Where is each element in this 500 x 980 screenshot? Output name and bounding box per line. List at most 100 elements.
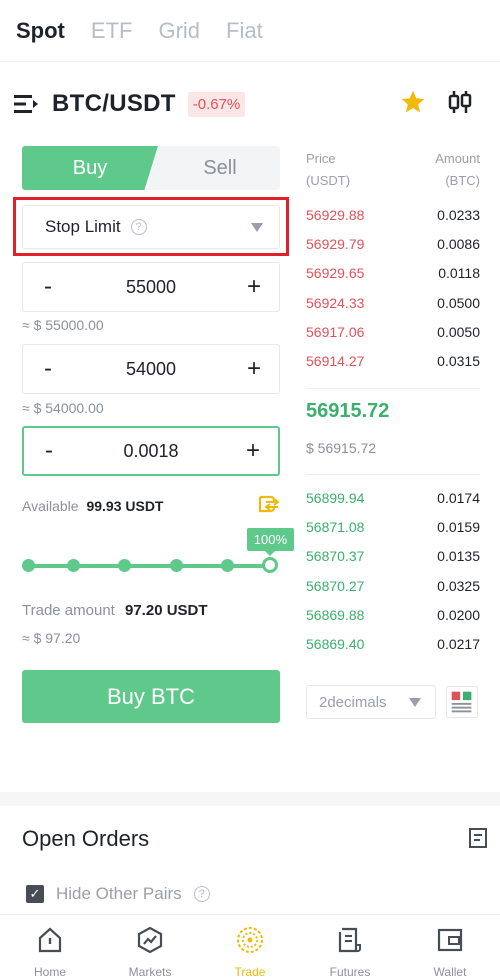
buy-btc-button[interactable]: Buy BTC bbox=[22, 670, 280, 723]
sell-tab[interactable]: Sell bbox=[146, 146, 280, 190]
help-icon[interactable]: ? bbox=[193, 886, 210, 902]
stop-price-input[interactable]: 55000 bbox=[73, 277, 229, 298]
nav-label-home: Home bbox=[33, 965, 66, 979]
amount-decrease-button[interactable]: - bbox=[24, 428, 74, 474]
available-label: Available bbox=[22, 498, 79, 514]
hide-pairs-checkbox[interactable]: ✓ bbox=[26, 885, 44, 903]
stop-increase-button[interactable]: + bbox=[229, 263, 279, 311]
bid-price: 56869.40 bbox=[306, 635, 365, 652]
ask-price: 56929.65 bbox=[306, 264, 365, 281]
amount-column-header-wrap: Amount (BTC) bbox=[435, 148, 480, 192]
bid-row[interactable]: 56870.27 0.0325 bbox=[306, 571, 480, 600]
nav-home[interactable]: Home bbox=[0, 915, 100, 980]
nav-label-futures: Futures bbox=[329, 965, 371, 979]
bid-row[interactable]: 56899.94 0.0174 bbox=[306, 483, 480, 512]
order-book-view-icon[interactable] bbox=[446, 686, 478, 718]
bid-price: 56871.08 bbox=[306, 518, 365, 535]
bottom-nav: Home Markets Trade Futures Wallet bbox=[0, 914, 500, 980]
last-price[interactable]: 56915.72 bbox=[306, 400, 389, 423]
nav-futures[interactable]: Futures bbox=[300, 915, 400, 980]
order-book-divider bbox=[306, 388, 480, 389]
slider-mark-60[interactable] bbox=[170, 559, 183, 572]
bid-qty: 0.0200 bbox=[437, 606, 480, 623]
tab-etf[interactable]: ETF bbox=[91, 18, 133, 44]
tab-fiat[interactable]: Fiat bbox=[226, 18, 263, 44]
ask-row[interactable]: 56924.33 0.0500 bbox=[306, 288, 480, 317]
wallet-icon bbox=[437, 928, 463, 952]
stop-decrease-button[interactable]: - bbox=[23, 263, 73, 311]
slider-mark-80[interactable] bbox=[221, 559, 234, 572]
slider-mark-0[interactable] bbox=[22, 559, 35, 572]
chevron-down-icon bbox=[409, 698, 421, 707]
limit-increase-button[interactable]: + bbox=[229, 345, 279, 393]
ask-row[interactable]: 56929.79 0.0086 bbox=[306, 229, 480, 258]
slider-mark-20[interactable] bbox=[67, 559, 80, 572]
amount-stepper: - 0.0018 + bbox=[22, 426, 280, 476]
ask-price: 56924.33 bbox=[306, 294, 365, 311]
ask-price: 56929.79 bbox=[306, 235, 365, 252]
bid-row[interactable]: 56869.40 0.0217 bbox=[306, 629, 480, 658]
pair-name[interactable]: BTC/USDT bbox=[52, 90, 176, 118]
tab-spot[interactable]: Spot bbox=[16, 18, 65, 44]
ask-row[interactable]: 56914.27 0.0315 bbox=[306, 346, 480, 375]
amount-slider[interactable]: 100% bbox=[22, 528, 294, 580]
nav-label-wallet: Wallet bbox=[433, 965, 467, 979]
transfer-icon[interactable] bbox=[256, 492, 280, 516]
trade-icon bbox=[237, 927, 263, 953]
bid-row[interactable]: 56870.37 0.0135 bbox=[306, 541, 480, 570]
ask-price: 56917.06 bbox=[306, 323, 365, 340]
ask-row[interactable]: 56917.06 0.0050 bbox=[306, 317, 480, 346]
bid-price: 56869.88 bbox=[306, 606, 365, 623]
favorite-star-icon[interactable] bbox=[400, 89, 426, 115]
limit-decrease-button[interactable]: - bbox=[23, 345, 73, 393]
market-type-tabs: Spot ETF Grid Fiat bbox=[0, 0, 500, 62]
order-type-dropdown[interactable]: Stop Limit ? bbox=[22, 205, 280, 249]
tab-grid[interactable]: Grid bbox=[158, 18, 200, 44]
nav-label-trade: Trade bbox=[234, 965, 266, 979]
chevron-down-icon bbox=[251, 223, 263, 232]
order-book-header: Price (USDT) Amount (BTC) bbox=[306, 148, 480, 192]
limit-price-stepper: - 54000 + bbox=[22, 344, 280, 394]
order-history-icon[interactable] bbox=[468, 827, 488, 849]
pair-header: BTC/USDT -0.67% bbox=[14, 84, 486, 124]
bid-row[interactable]: 56869.88 0.0200 bbox=[306, 600, 480, 629]
hide-pairs-label: Hide Other Pairs bbox=[56, 884, 182, 903]
pair-menu-icon[interactable] bbox=[14, 93, 40, 115]
nav-trade[interactable]: Trade bbox=[200, 915, 300, 980]
stop-price-stepper: - 55000 + bbox=[22, 262, 280, 312]
bid-qty: 0.0159 bbox=[437, 518, 480, 535]
nav-wallet[interactable]: Wallet bbox=[400, 915, 500, 980]
bid-price: 56870.27 bbox=[306, 577, 365, 594]
available-balance: Available 99.93 USDT bbox=[22, 498, 164, 514]
ask-row[interactable]: 56929.88 0.0233 bbox=[306, 200, 480, 229]
bid-row[interactable]: 56871.08 0.0159 bbox=[306, 512, 480, 541]
amount-unit: (BTC) bbox=[445, 173, 480, 188]
trade-amount-approx: ≈ $ 97.20 bbox=[22, 630, 81, 646]
slider-mark-40[interactable] bbox=[118, 559, 131, 572]
amount-column-header: Amount bbox=[435, 151, 480, 166]
bid-qty: 0.0135 bbox=[437, 547, 480, 564]
amount-input[interactable]: 0.0018 bbox=[74, 441, 228, 462]
bid-price: 56870.37 bbox=[306, 547, 365, 564]
buy-tab[interactable]: Buy bbox=[22, 146, 158, 190]
amount-increase-button[interactable]: + bbox=[228, 428, 278, 474]
ask-price: 56914.27 bbox=[306, 352, 365, 369]
trade-amount-value: 97.20 USDT bbox=[125, 602, 208, 619]
hide-other-pairs[interactable]: ✓ Hide Other Pairs ? bbox=[26, 884, 210, 904]
home-icon bbox=[38, 927, 62, 953]
ask-price: 56929.88 bbox=[306, 206, 365, 223]
decimals-dropdown[interactable]: 2decimals bbox=[306, 685, 436, 719]
ask-row[interactable]: 56929.65 0.0118 bbox=[306, 258, 480, 287]
help-icon[interactable]: ? bbox=[130, 219, 147, 235]
slider-handle[interactable] bbox=[262, 557, 278, 573]
nav-markets[interactable]: Markets bbox=[100, 915, 200, 980]
limit-price-input[interactable]: 54000 bbox=[73, 359, 229, 380]
available-value: 99.93 USDT bbox=[86, 498, 164, 514]
bid-price: 56899.94 bbox=[306, 489, 365, 506]
ask-qty: 0.0500 bbox=[437, 294, 480, 311]
ask-qty: 0.0050 bbox=[437, 323, 480, 340]
ask-qty: 0.0118 bbox=[438, 264, 480, 281]
section-divider bbox=[0, 792, 500, 806]
order-type-label: Stop Limit bbox=[45, 217, 121, 236]
candlestick-chart-icon[interactable] bbox=[446, 88, 474, 116]
